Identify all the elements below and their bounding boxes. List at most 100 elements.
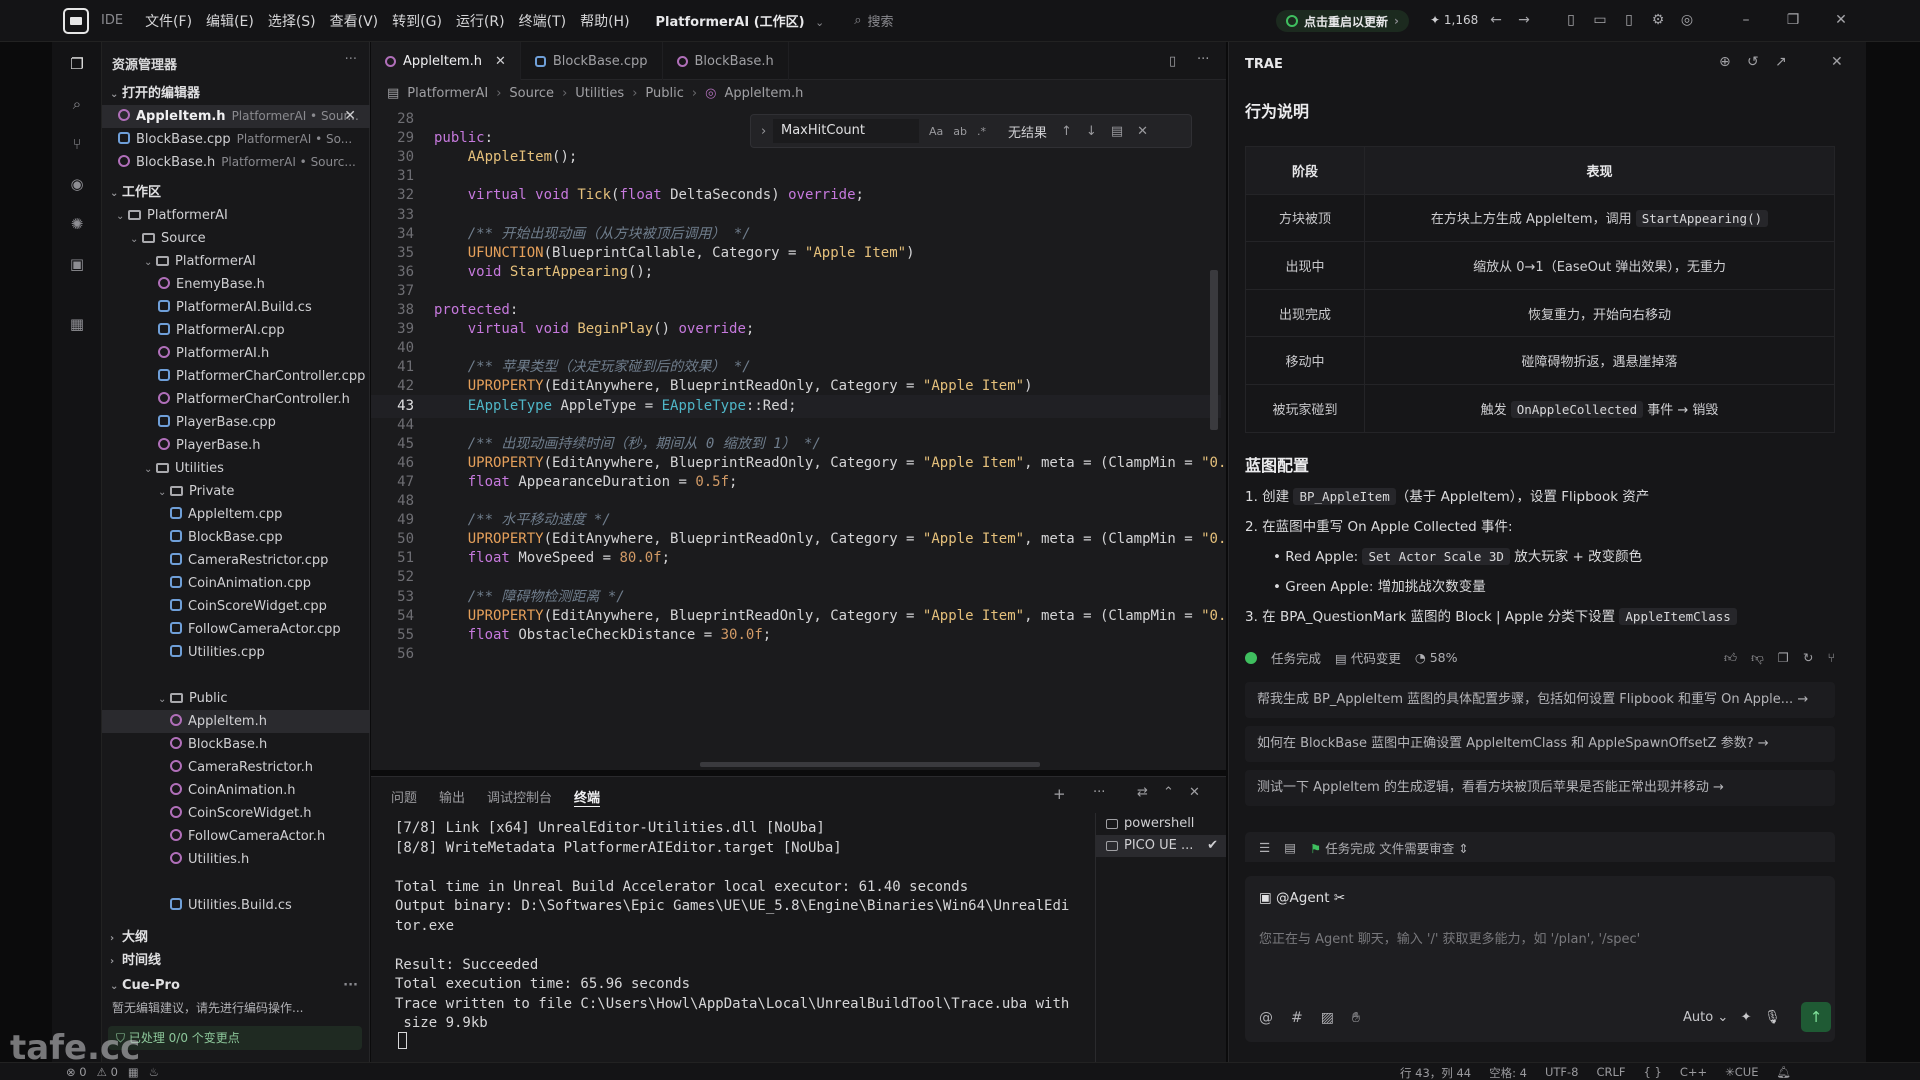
- tree-file[interactable]: CoinAnimation.h: [102, 779, 370, 802]
- code-editor[interactable]: 28 29 public: 30 AAppleItem(); 31 32 virtual …: [371, 106, 1226, 770]
- maximize-panel-icon[interactable]: ⌃: [1163, 785, 1174, 800]
- tree-file[interactable]: FollowCameraActor.h: [102, 825, 370, 848]
- open-editor-item[interactable]: AppleItem.h PlatformerAI • Sour... ✕: [102, 105, 370, 128]
- close-icon[interactable]: ✕: [1831, 54, 1843, 70]
- more-actions-icon[interactable]: ···: [345, 52, 357, 67]
- back-arrow-icon[interactable]: ←: [1488, 12, 1504, 28]
- image-icon[interactable]: ▨: [1321, 1010, 1334, 1026]
- open-editor-item[interactable]: BlockBase.cpp PlatformerAI • So...: [102, 128, 370, 151]
- find-in-selection-icon[interactable]: ▤: [1111, 124, 1123, 139]
- tab-appleitem-h[interactable]: AppleItem.h ✕: [371, 42, 521, 80]
- account-icon[interactable]: ◎: [1679, 12, 1695, 28]
- line-endings[interactable]: CRLF: [1596, 1065, 1625, 1080]
- suggestion-item[interactable]: 测试一下 AppleItem 的生成逻辑，看看方块被顶后苹果是否能正常出现并移动…: [1245, 770, 1835, 806]
- close-window-icon[interactable]: ✕: [1833, 12, 1849, 28]
- branch-icon[interactable]: ⑂: [1827, 650, 1835, 666]
- eye-icon[interactable]: ◉: [67, 174, 87, 194]
- open-editor-item[interactable]: BlockBase.h PlatformerAI • Sourc...: [102, 151, 370, 174]
- thumbs-down-icon[interactable]: 👎︎: [1751, 650, 1764, 666]
- tree-file[interactable]: BlockBase.h: [102, 733, 370, 756]
- menu-view[interactable]: 查看(V): [330, 11, 379, 31]
- menu-selection[interactable]: 选择(S): [268, 11, 316, 31]
- code-line[interactable]: 56: [371, 643, 1221, 666]
- arrow-down-icon[interactable]: ↓: [1086, 124, 1097, 139]
- tab-blockbase-h[interactable]: BlockBase.h: [663, 42, 789, 80]
- model-selector[interactable]: Auto ⌄ ✦ 🎙︎: [1683, 1010, 1780, 1025]
- horizontal-scrollbar[interactable]: [700, 762, 1040, 767]
- list-icon[interactable]: ☰: [1259, 840, 1270, 855]
- agent-chip[interactable]: ▣ @Agent ✂: [1259, 890, 1345, 906]
- copy-icon[interactable]: ❐: [1778, 650, 1789, 666]
- menu-edit[interactable]: 编辑(E): [206, 11, 254, 31]
- vertical-scrollbar[interactable]: [1210, 270, 1218, 430]
- app-logo-icon[interactable]: [63, 7, 89, 34]
- suggestion-item[interactable]: 帮我生成 BP_AppleItem 蓝图的具体配置步骤，包括如何设置 Flipb…: [1245, 682, 1835, 718]
- more-actions-icon[interactable]: ···: [1093, 785, 1105, 800]
- close-icon[interactable]: ✕: [344, 105, 356, 128]
- cursor-position[interactable]: 行 43，列 44: [1400, 1065, 1471, 1080]
- new-chat-icon[interactable]: ⊕: [1719, 54, 1731, 70]
- pop-out-icon[interactable]: ↗: [1775, 54, 1787, 70]
- tree-file[interactable]: Utilities.Build.cs: [102, 894, 370, 917]
- terminal-output[interactable]: [7/8] Link [x64] UnrealEditor-Utilities.…: [395, 819, 1125, 1034]
- tree-file[interactable]: CoinScoreWidget.cpp: [102, 595, 370, 618]
- menu-go[interactable]: 转到(G): [392, 11, 442, 31]
- tree-file[interactable]: PlatformerCharController.h: [102, 388, 370, 411]
- send-button[interactable]: ↑: [1801, 1002, 1831, 1032]
- tree-folder[interactable]: ⌄ Private: [102, 480, 370, 503]
- code-changes-button[interactable]: ▤ 代码变更: [1335, 648, 1401, 667]
- debug-bug-icon[interactable]: ✺: [67, 214, 87, 234]
- star-count[interactable]: ✦ 1,168: [1430, 13, 1478, 27]
- tree-file[interactable]: Utilities.cpp: [102, 641, 370, 664]
- terminal-instance[interactable]: PICO UE ... ✔: [1096, 835, 1226, 857]
- language-mode[interactable]: C++: [1680, 1065, 1707, 1080]
- menu-help[interactable]: 帮助(H): [580, 11, 629, 31]
- search-icon[interactable]: ⌕: [67, 94, 87, 114]
- outline-header[interactable]: › 大纲: [102, 926, 370, 949]
- tree-file[interactable]: AppleItem.h: [102, 710, 370, 733]
- tree-file[interactable]: CameraRestrictor.h: [102, 756, 370, 779]
- settings-gear-icon[interactable]: ⚙: [1650, 12, 1666, 28]
- maximize-icon[interactable]: ❐: [1785, 12, 1801, 28]
- minimize-icon[interactable]: –: [1738, 12, 1754, 28]
- more-actions-icon[interactable]: ···: [343, 974, 358, 997]
- tree-folder[interactable]: ⌄ PlatformerAI: [102, 250, 370, 273]
- remote-monitor-icon[interactable]: ▣: [67, 254, 87, 274]
- chevron-right-icon[interactable]: ›: [761, 124, 766, 139]
- new-terminal-plus-icon[interactable]: +: [1053, 785, 1066, 803]
- workspace-name[interactable]: PlatformerAI (工作区) ⌄: [656, 11, 825, 30]
- tab-output[interactable]: 输出: [439, 787, 465, 807]
- breadcrumb-item[interactable]: Public: [645, 86, 683, 101]
- chat-input[interactable]: 您正在与 Agent 聊天，输入 '/' 获取更多能力，如 '/plan', '…: [1259, 928, 1640, 947]
- close-icon[interactable]: ✕: [1137, 124, 1148, 139]
- notifications-bell-icon[interactable]: 🔔︎: [1776, 1065, 1791, 1080]
- breadcrumb-item[interactable]: Utilities: [575, 86, 624, 101]
- match-case-toggle[interactable]: Aa: [929, 125, 943, 138]
- workspace-header[interactable]: ⌄ 工作区: [102, 181, 370, 204]
- toggle-panel-icon[interactable]: ▭: [1592, 12, 1608, 28]
- microphone-icon[interactable]: 🎙︎: [1764, 1010, 1781, 1025]
- regex-toggle[interactable]: .*: [977, 125, 986, 138]
- indentation[interactable]: 空格: 4: [1489, 1065, 1527, 1080]
- tree-file[interactable]: Utilities.h: [102, 848, 370, 871]
- tree-folder[interactable]: ⌄ PlatformerAI: [102, 204, 370, 227]
- breadcrumb-item[interactable]: Source: [509, 86, 554, 101]
- tree-file[interactable]: PlayerBase.cpp: [102, 411, 370, 434]
- menu-run[interactable]: 运行(R): [456, 11, 505, 31]
- update-button[interactable]: 点击重启以更新 ›: [1276, 10, 1409, 32]
- tree-file[interactable]: BlockBase.cpp: [102, 526, 370, 549]
- tree-file[interactable]: CoinAnimation.cpp: [102, 572, 370, 595]
- flame-icon[interactable]: ♨: [149, 1065, 159, 1079]
- tree-file[interactable]: PlayerBase.h: [102, 434, 370, 457]
- tree-file[interactable]: PlatformerAI.Build.cs: [102, 296, 370, 319]
- split-editor-icon[interactable]: ▯: [1169, 54, 1176, 69]
- suggestion-item[interactable]: 如何在 BlockBase 蓝图中正确设置 AppleItemClass 和 A…: [1245, 726, 1835, 762]
- document-icon[interactable]: ▤: [1284, 840, 1296, 855]
- tree-file[interactable]: FollowCameraActor.cpp: [102, 618, 370, 641]
- thumbs-up-icon[interactable]: 👍︎: [1724, 650, 1737, 666]
- history-icon[interactable]: ↺: [1747, 54, 1759, 70]
- extensions-grid-icon[interactable]: ▦: [67, 314, 87, 334]
- toggle-aux-icon[interactable]: ▯: [1621, 12, 1637, 28]
- task-review-toggle[interactable]: ⚑ 任务完成 文件需要审查 ⇕: [1310, 838, 1469, 857]
- menu-file[interactable]: 文件(F): [145, 11, 192, 31]
